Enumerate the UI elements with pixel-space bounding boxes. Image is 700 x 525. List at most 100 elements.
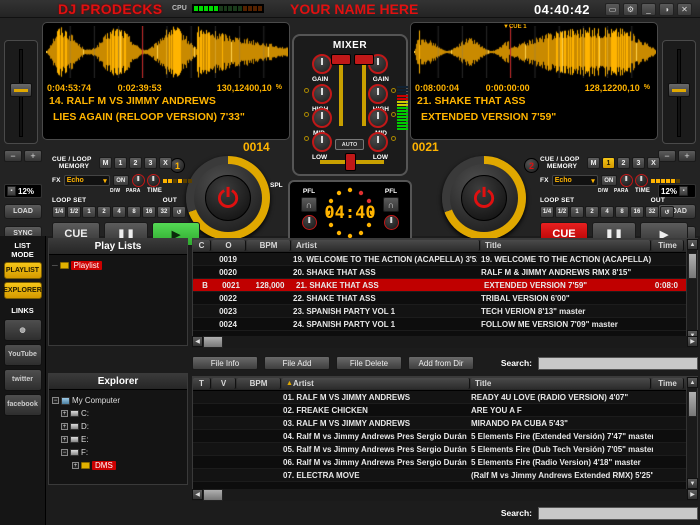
loop-1-right[interactable]: 1 — [570, 206, 584, 219]
play-power-button-right[interactable]: ⏻ — [461, 175, 507, 221]
tree-node-drive-f[interactable]: − F: — [61, 446, 184, 459]
memory-button-m-left[interactable]: M — [99, 157, 112, 170]
loop-quarter-right[interactable]: 1/4 — [540, 206, 554, 219]
pitch-range-box-left[interactable]: ▪ 12% — [4, 184, 42, 198]
loop-32-left[interactable]: 32 — [157, 206, 171, 219]
collapse-icon-root[interactable]: − — [52, 397, 59, 404]
playlist-scrollbar-horizontal[interactable]: ◀ ▶ — [192, 336, 698, 348]
pitch-slider-left[interactable] — [4, 40, 38, 144]
memory-button-2-right[interactable]: 2 — [617, 157, 630, 170]
expand-icon-c[interactable]: + — [61, 410, 68, 417]
col-o[interactable]: O — [212, 240, 246, 251]
youtube-link-button[interactable]: YouTube — [3, 343, 42, 366]
loop-16-left[interactable]: 16 — [142, 206, 156, 219]
scroll-right-arrow[interactable]: ▶ — [687, 336, 698, 347]
expand-icon-d[interactable]: + — [61, 423, 68, 430]
web-icon[interactable]: ◍ — [3, 318, 42, 341]
low-knob-left[interactable] — [312, 132, 332, 152]
headphone-icon-right[interactable]: ∩ — [383, 197, 399, 212]
low-knob-right[interactable] — [368, 132, 388, 152]
memory-button-x-right[interactable]: X — [647, 157, 660, 170]
power-icon[interactable]: ◑ — [659, 3, 674, 16]
table-row[interactable]: 0020 20. SHAKE THAT ASS RALF M & JIMMY AND… — [193, 266, 697, 279]
hscroll-thumb-2[interactable] — [203, 489, 223, 501]
memory-button-x-left[interactable]: X — [159, 157, 172, 170]
load-button-left[interactable]: LOAD — [4, 204, 42, 219]
file-add-button[interactable]: File Add — [264, 356, 330, 370]
pitch-minus-left[interactable]: − — [4, 150, 22, 162]
twitter-link-button[interactable]: twitter — [3, 368, 42, 391]
col-t[interactable]: T — [193, 378, 211, 389]
table-row[interactable]: 0023 23. SPANISH PARTY VOL 1 TECH VERION 8… — [193, 305, 697, 318]
channel-fader-right[interactable] — [354, 54, 374, 65]
table-row[interactable]: 0024 24. SPANISH PARTY VOL 1 FOLLOW ME VER… — [193, 318, 697, 331]
channel-fader-left[interactable] — [331, 54, 351, 65]
table-row[interactable]: 0022 22. SHAKE THAT ASS TRIBAL VERSION 6'0… — [193, 292, 697, 305]
col-time-2[interactable]: Time — [652, 378, 684, 389]
search-input-top[interactable] — [538, 356, 698, 370]
col-artist-2[interactable]: ▲ Artist — [282, 378, 470, 389]
fx-dw-knob-right[interactable] — [619, 174, 633, 188]
loop-1-left[interactable]: 1 — [82, 206, 96, 219]
scroll-thumb[interactable] — [688, 253, 697, 279]
loop-half-left[interactable]: 1/2 — [67, 206, 81, 219]
close-icon[interactable]: ✕ — [677, 3, 692, 16]
pfl-volume-knob-right[interactable] — [383, 215, 399, 230]
scroll-left-arrow[interactable]: ◀ — [192, 336, 203, 347]
table-row[interactable]: 07. ELECTRA MOVE (Ralf M vs Jimmy Andrews… — [193, 469, 697, 482]
col-v[interactable]: V — [212, 378, 236, 389]
memory-button-3-right[interactable]: 3 — [632, 157, 645, 170]
explorer-scrollbar-horizontal[interactable]: ◀ ▶ — [192, 489, 698, 501]
loop-half-right[interactable]: 1/2 — [555, 206, 569, 219]
explorer-mode-button[interactable]: EXPLORER — [3, 282, 42, 300]
display-mode-icon[interactable]: ▭ — [605, 3, 620, 16]
loop-32-right[interactable]: 32 — [645, 206, 659, 219]
memory-button-2-left[interactable]: 2 — [129, 157, 142, 170]
table-row[interactable]: 06. Ralf M vs Jimmy Andrews Pres Sergio … — [193, 456, 697, 469]
loop-2-right[interactable]: 2 — [585, 206, 599, 219]
reloop-icon-right[interactable]: ↺ — [660, 206, 674, 219]
col-time[interactable]: Time — [652, 240, 684, 251]
tree-node-drive-c[interactable]: + C: — [61, 407, 184, 420]
pitch-slider-right[interactable] — [662, 40, 696, 144]
memory-button-3-left[interactable]: 3 — [144, 157, 157, 170]
crossfader-handle[interactable] — [345, 153, 356, 171]
tree-node-drive-e[interactable]: + E: — [61, 433, 184, 446]
fx-select-left[interactable]: Echo ▾ — [63, 175, 110, 187]
reloop-icon-left[interactable]: ↺ — [172, 206, 186, 219]
col-title[interactable]: Title — [481, 240, 651, 251]
scroll-up-arrow[interactable]: ▲ — [687, 239, 698, 250]
fx-para-knob-left[interactable] — [146, 174, 160, 188]
high-knob-right[interactable] — [368, 84, 388, 104]
loop-8-left[interactable]: 8 — [127, 206, 141, 219]
loop-2-left[interactable]: 2 — [97, 206, 111, 219]
loop-4-right[interactable]: 4 — [600, 206, 614, 219]
table-row[interactable]: 05. Ralf M vs Jimmy Andrews Pres Sergio … — [193, 443, 697, 456]
fx-para-knob-right[interactable] — [634, 174, 648, 188]
table-row[interactable]: 01. RALF M VS JIMMY ANDREWS READY 4U LOVE… — [193, 391, 697, 404]
playlist-item[interactable]: ─ Playlist — [52, 259, 184, 272]
table-row[interactable]: B 0021 128,000 21. SHAKE THAT ASS EXTENDED V… — [193, 279, 697, 292]
loop-8-right[interactable]: 8 — [615, 206, 629, 219]
expand-icon-dms[interactable]: + — [72, 462, 79, 469]
table-row[interactable]: 03. RALF M VS JIMMY ANDREWS MIRANDO PA CU… — [193, 417, 697, 430]
auto-mix-button[interactable]: AUTO — [335, 139, 364, 150]
waveform-left[interactable] — [46, 26, 288, 78]
col-title-2[interactable]: Title — [471, 378, 651, 389]
table-row[interactable]: 04. Ralf M vs Jimmy Andrews Pres Sergio … — [193, 430, 697, 443]
loop-4-left[interactable]: 4 — [112, 206, 126, 219]
expand-icon-e[interactable]: + — [61, 436, 68, 443]
col-bpm[interactable]: BPM — [247, 240, 291, 251]
memory-button-1-right[interactable]: 1 — [602, 157, 615, 170]
minimize-icon[interactable]: _ — [641, 3, 656, 16]
col-artist[interactable]: Artist — [292, 240, 480, 251]
tree-node-drive-d[interactable]: + D: — [61, 420, 184, 433]
scroll-thumb-2[interactable] — [688, 391, 697, 417]
tree-node-my-computer[interactable]: − My Computer — [52, 394, 184, 407]
fx-dw-knob-left[interactable] — [131, 174, 145, 188]
memory-button-m-right[interactable]: M — [587, 157, 600, 170]
pitch-handle-left[interactable] — [10, 83, 32, 97]
scroll-left-arrow-2[interactable]: ◀ — [192, 489, 203, 500]
col-bpm-2[interactable]: BPM — [237, 378, 281, 389]
explorer-scrollbar-vertical[interactable]: ▲ ▼ — [686, 377, 698, 489]
